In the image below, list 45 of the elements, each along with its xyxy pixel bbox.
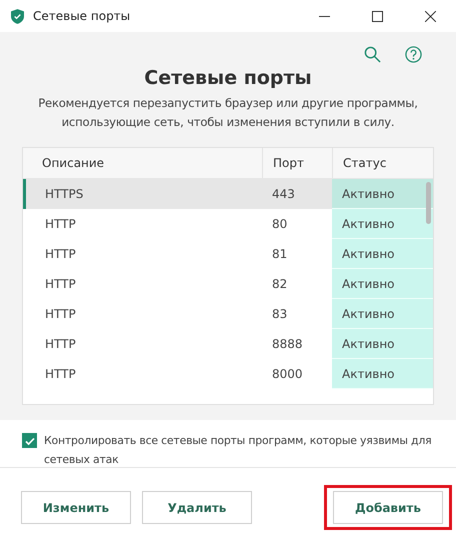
status-cell: Активно bbox=[332, 269, 433, 299]
status-cell: Активно bbox=[332, 359, 433, 389]
checkbox[interactable] bbox=[22, 433, 37, 448]
table-row[interactable]: HTTP 81 Активно bbox=[23, 239, 433, 269]
table-cell-text: HTTP bbox=[44, 306, 77, 323]
restart-hint: Рекомендуется перезапустить браузер или другие программы, использующие сеть, чтобы изменения вступили в силу. bbox=[37, 95, 419, 131]
status-cell: Активно bbox=[332, 209, 433, 239]
shield-icon bbox=[11, 8, 24, 24]
table-cell-text: HTTP bbox=[44, 276, 77, 293]
action-button[interactable]: Добавить bbox=[333, 491, 443, 524]
table-cell-text: HTTPS bbox=[44, 186, 84, 203]
window-title: Сетевые порты bbox=[33, 9, 130, 23]
column-header[interactable]: Статус bbox=[332, 148, 433, 178]
table-row[interactable]: HTTP 80 Активно bbox=[23, 209, 433, 239]
table-cell-text: 443 bbox=[271, 186, 296, 203]
close-icon[interactable] bbox=[425, 10, 436, 22]
page-heading: Сетевые порты bbox=[143, 67, 313, 89]
table-row[interactable]: HTTPS 443 Активно bbox=[23, 179, 433, 209]
table-row[interactable]: HTTP 83 Активно bbox=[23, 299, 433, 329]
table-cell-text: 8000 bbox=[271, 366, 304, 383]
status-cell: Активно bbox=[332, 329, 433, 359]
table-cell-text: 80 bbox=[271, 216, 288, 233]
status-cell: Активно bbox=[332, 239, 433, 269]
table-cell-text: 82 bbox=[271, 276, 288, 293]
status-cell: Активно bbox=[332, 179, 433, 209]
table-cell-text: HTTP bbox=[44, 366, 77, 383]
status-cell: Активно bbox=[332, 299, 433, 329]
table-cell-text: HTTP bbox=[44, 336, 77, 353]
column-header[interactable]: Описание bbox=[23, 148, 262, 178]
maximize-icon[interactable] bbox=[372, 10, 383, 22]
checkbox-label: Контролировать все сетевые порты программ, которые уязвимы для сетевых атак bbox=[44, 433, 432, 468]
table-cell-text: 8888 bbox=[271, 336, 304, 353]
column-header[interactable]: Порт bbox=[262, 148, 332, 178]
help-icon[interactable] bbox=[405, 46, 422, 63]
table-row[interactable]: HTTP 8888 Активно bbox=[23, 329, 433, 359]
table-cell-text: 81 bbox=[271, 246, 288, 263]
table-cell-text: HTTP bbox=[44, 216, 77, 233]
table-row[interactable]: HTTP 8000 Активно bbox=[23, 359, 433, 389]
table-cell-text: HTTP bbox=[44, 246, 77, 263]
search-icon[interactable] bbox=[364, 46, 381, 63]
action-button[interactable]: Изменить bbox=[21, 491, 131, 524]
table-cell-text: 83 bbox=[271, 306, 288, 323]
action-button[interactable]: Удалить bbox=[142, 491, 252, 524]
scrollbar-thumb[interactable] bbox=[426, 182, 431, 224]
table-row[interactable]: HTTP 82 Активно bbox=[23, 269, 433, 299]
